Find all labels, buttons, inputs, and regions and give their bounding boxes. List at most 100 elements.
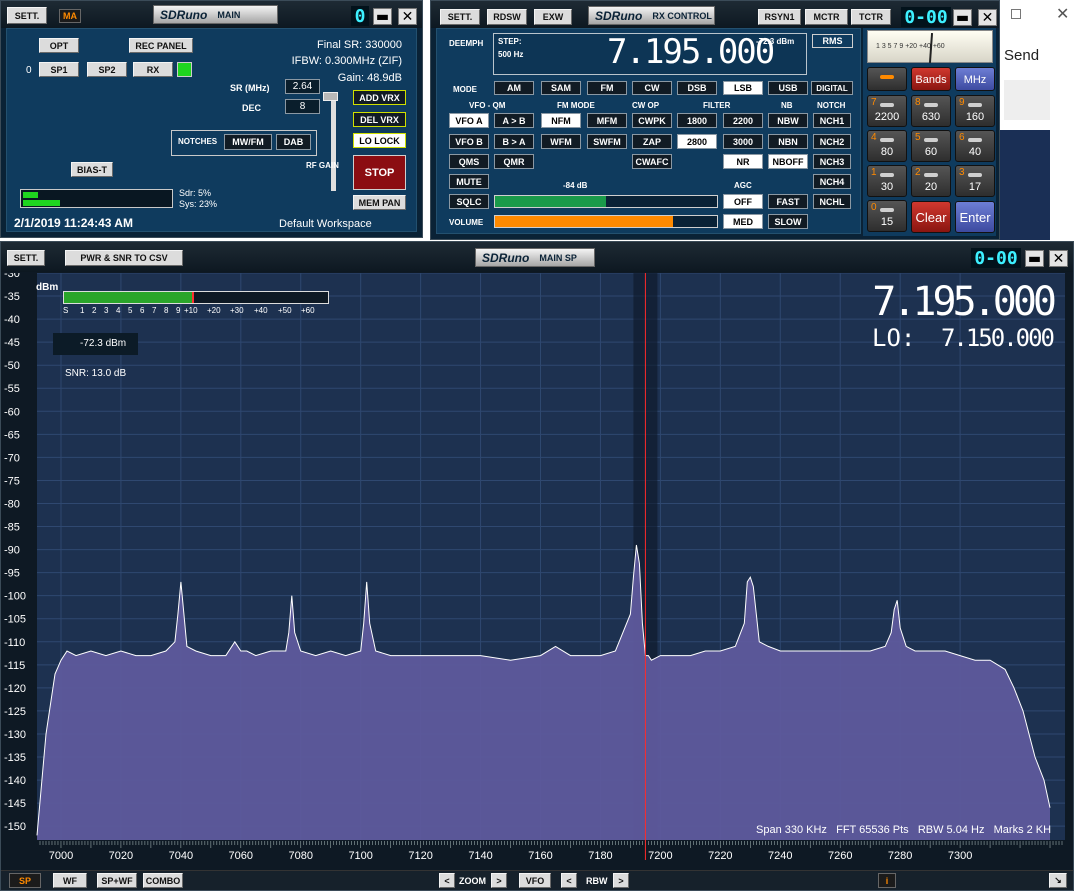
- resize-icon[interactable]: ↘: [1049, 873, 1067, 888]
- rbw-right-button[interactable]: >: [613, 873, 629, 888]
- stop-button[interactable]: STOP: [353, 155, 406, 190]
- rf-gain-thumb[interactable]: [323, 92, 338, 101]
- nboff-button[interactable]: NBOFF: [768, 154, 808, 169]
- vfo-button[interactable]: VFO: [519, 873, 551, 888]
- sp-button[interactable]: SP: [9, 873, 41, 888]
- mode-am-button[interactable]: AM: [494, 81, 534, 95]
- agc-slow-button[interactable]: SLOW: [768, 214, 808, 229]
- keypad-key-8[interactable]: 8 630: [911, 95, 951, 127]
- rec-panel-button[interactable]: REC PANEL: [129, 38, 193, 53]
- keypad-key-4[interactable]: 4 80: [867, 130, 907, 162]
- ma-button[interactable]: MA: [59, 9, 81, 23]
- qmr-button[interactable]: QMR: [494, 154, 534, 169]
- spectrum-plot[interactable]: -30 -35 -40 -45 -50 -55 -60 -65 -70 -75 -80 -85 -90 -…: [1, 273, 1073, 870]
- filter-2800-button[interactable]: 2800: [677, 134, 717, 149]
- restore-icon[interactable]: [1011, 9, 1021, 19]
- nch2-button[interactable]: NCH2: [813, 134, 851, 149]
- cwafc-button[interactable]: CWAFC: [632, 154, 672, 169]
- filter-3000-button[interactable]: 3000: [723, 134, 763, 149]
- frequency-readout[interactable]: 7.195.000: [607, 32, 775, 72]
- keypad-key-3[interactable]: 3 17: [955, 165, 995, 197]
- zap-button[interactable]: ZAP: [632, 134, 672, 149]
- rsyn1-button[interactable]: RSYN1: [758, 9, 801, 25]
- rf-gain-slider[interactable]: [331, 96, 336, 191]
- exw-button[interactable]: EXW: [534, 9, 572, 25]
- nbw-button[interactable]: NBW: [768, 113, 808, 128]
- minimize-icon[interactable]: ▬: [1025, 250, 1044, 267]
- rx-led[interactable]: [177, 62, 192, 77]
- cwpk-button[interactable]: CWPK: [632, 113, 672, 128]
- wfm-button[interactable]: WFM: [541, 134, 581, 149]
- agc-med-button[interactable]: MED: [723, 214, 763, 229]
- wf-button[interactable]: WF: [53, 873, 87, 888]
- close-icon[interactable]: ✕: [978, 9, 997, 26]
- mode-dsb-button[interactable]: DSB: [677, 81, 717, 95]
- nchl-button[interactable]: NCHL: [813, 194, 851, 209]
- close-icon[interactable]: ✕: [1056, 4, 1069, 23]
- qms-button[interactable]: QMS: [449, 154, 489, 169]
- mfm-button[interactable]: MFM: [587, 113, 627, 128]
- rx-button[interactable]: RX: [133, 62, 173, 77]
- mode-usb-button[interactable]: USB: [768, 81, 808, 95]
- nfm-button[interactable]: NFM: [541, 113, 581, 128]
- combo-button[interactable]: COMBO: [143, 873, 183, 888]
- nbn-button[interactable]: NBN: [768, 134, 808, 149]
- bands-button[interactable]: Bands: [911, 67, 951, 91]
- keypad-key-7[interactable]: 7 2200: [867, 95, 907, 127]
- sett-button[interactable]: SETT.: [7, 250, 45, 266]
- bias-t-button[interactable]: BIAS-T: [71, 162, 113, 177]
- mode-cw-button[interactable]: CW: [632, 81, 672, 95]
- keypad-key-9[interactable]: 9 160: [955, 95, 995, 127]
- filter-1800-button[interactable]: 1800: [677, 113, 717, 128]
- keypad-key-5[interactable]: 5 60: [911, 130, 951, 162]
- keypad-key-0[interactable]: 0 15: [867, 200, 907, 232]
- rbw-left-button[interactable]: <: [561, 873, 577, 888]
- agc-fast-button[interactable]: FAST: [768, 194, 808, 209]
- nr-button[interactable]: NR: [723, 154, 763, 169]
- send-label[interactable]: Send: [1004, 47, 1039, 64]
- nch3-button[interactable]: NCH3: [813, 154, 851, 169]
- sett-button[interactable]: SETT.: [440, 9, 480, 25]
- dab-button[interactable]: DAB: [276, 134, 311, 150]
- nch4-button[interactable]: NCH4: [813, 174, 851, 189]
- minimize-icon[interactable]: ▬: [953, 9, 972, 26]
- a-to-b-button[interactable]: A > B: [494, 113, 534, 128]
- zoom-right-button[interactable]: >: [491, 873, 507, 888]
- mctr-button[interactable]: MCTR: [805, 9, 848, 25]
- minimize-icon[interactable]: ▬: [373, 8, 392, 25]
- keypad-key-6[interactable]: 6 40: [955, 130, 995, 162]
- add-vrx-button[interactable]: ADD VRX: [353, 90, 406, 105]
- digital-button[interactable]: DIGITAL: [811, 81, 853, 95]
- enter-button[interactable]: Enter: [955, 201, 995, 233]
- swfm-button[interactable]: SWFM: [587, 134, 627, 149]
- rdsw-button[interactable]: RDSW: [487, 9, 527, 25]
- keypad-key-2[interactable]: 2 20: [911, 165, 951, 197]
- mute-button[interactable]: MUTE: [449, 174, 489, 189]
- volume-slider[interactable]: [494, 215, 718, 228]
- clear-button[interactable]: Clear: [911, 201, 951, 233]
- sp1-button[interactable]: SP1: [39, 62, 79, 77]
- zoom-left-button[interactable]: <: [439, 873, 455, 888]
- opt-button[interactable]: OPT: [39, 38, 79, 53]
- mhz-button[interactable]: MHz: [955, 67, 995, 91]
- info-button[interactable]: i: [878, 873, 896, 888]
- mode-lsb-button[interactable]: LSB: [723, 81, 763, 95]
- agc-off-button[interactable]: OFF: [723, 194, 763, 209]
- sqlc-button[interactable]: SQLC: [449, 194, 489, 209]
- close-icon[interactable]: ✕: [398, 8, 417, 25]
- filter-2200-button[interactable]: 2200: [723, 113, 763, 128]
- mode-sam-button[interactable]: SAM: [541, 81, 581, 95]
- squelch-slider[interactable]: [494, 195, 718, 208]
- pwr-csv-button[interactable]: PWR & SNR TO CSV: [65, 250, 183, 266]
- close-icon[interactable]: ✕: [1049, 250, 1068, 267]
- vfo-b-button[interactable]: VFO B: [449, 134, 489, 149]
- nav-key[interactable]: [867, 67, 907, 91]
- dec-value[interactable]: 8: [285, 99, 320, 114]
- mwfm-button[interactable]: MW/FM: [224, 134, 272, 150]
- b-to-a-button[interactable]: B > A: [494, 134, 534, 149]
- lo-lock-button[interactable]: LO LOCK: [353, 133, 406, 148]
- sp-wf-button[interactable]: SP+WF: [97, 873, 137, 888]
- sett-button[interactable]: SETT.: [7, 7, 47, 24]
- sr-value[interactable]: 2.64: [285, 79, 320, 94]
- mem-pan-button[interactable]: MEM PAN: [353, 195, 406, 210]
